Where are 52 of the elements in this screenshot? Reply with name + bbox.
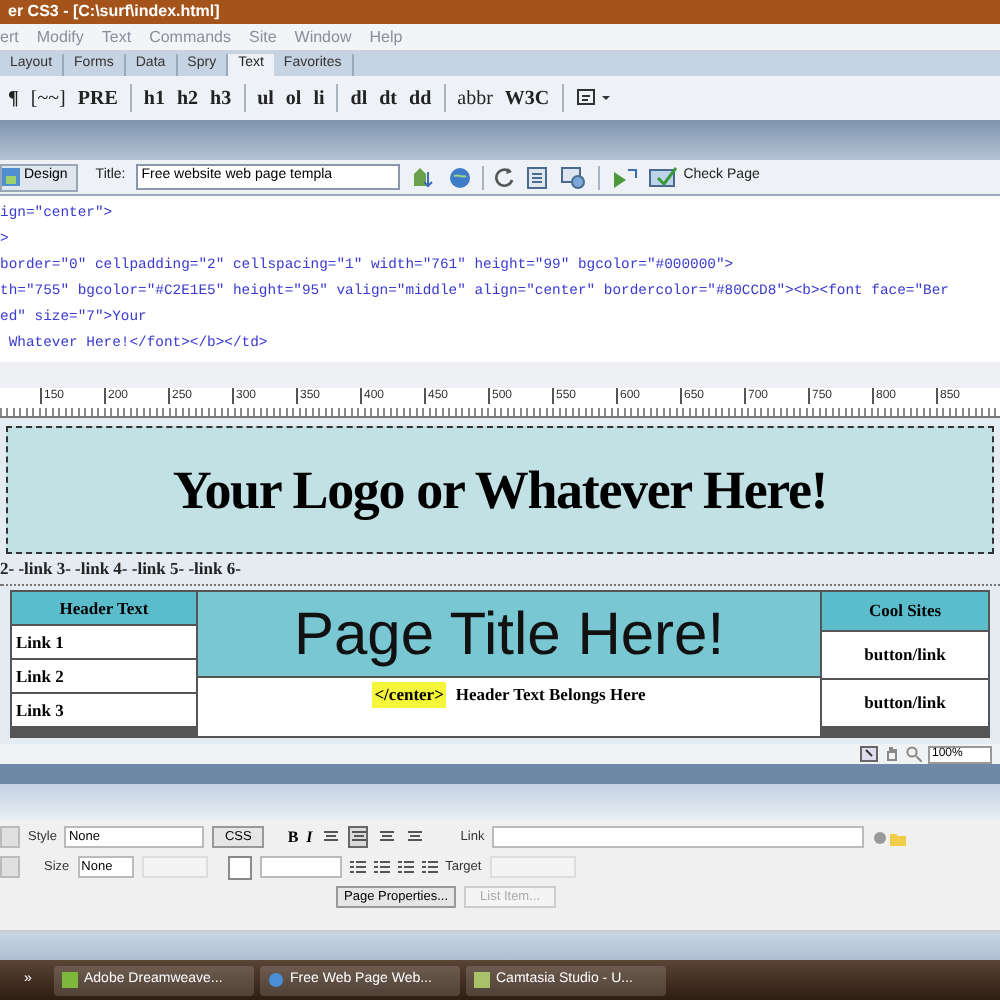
table-header: Cool Sites <box>822 592 988 630</box>
italic-button[interactable]: I <box>306 825 313 849</box>
nav-link[interactable]: Link 1 <box>12 626 196 658</box>
tag-marker: </center> <box>372 682 446 708</box>
visual-aids-icon[interactable] <box>559 165 588 189</box>
insert-block-icon[interactable] <box>575 88 612 108</box>
window-title: er CS3 - [C:\surf\index.html] <box>8 0 220 24</box>
design-view-icon <box>2 168 20 186</box>
toolbar-button[interactable]: ul <box>257 83 274 113</box>
table-header: Header Text <box>12 592 196 624</box>
globe-icon[interactable] <box>447 165 472 189</box>
link-field[interactable] <box>492 826 865 848</box>
header-text: Header Text Belongs Here <box>455 682 646 708</box>
bullet-list-icon[interactable] <box>349 860 366 874</box>
pointer-tool-icon[interactable] <box>860 746 878 762</box>
toolbar-button[interactable]: W3C <box>504 83 550 113</box>
app-icon <box>474 972 490 988</box>
sidebar-link[interactable]: button/link <box>822 632 988 678</box>
toolbar-button[interactable]: dd <box>409 83 432 113</box>
sidebar-link[interactable]: button/link <box>822 680 988 726</box>
view-options-icon[interactable] <box>525 165 550 189</box>
file-management-icon[interactable] <box>409 165 438 189</box>
toolbar-button[interactable]: abbr <box>457 83 493 113</box>
numbered-list-icon[interactable] <box>373 860 390 874</box>
page-title: Page Title Here! <box>198 592 820 676</box>
toolbar-button[interactable]: PRE <box>77 83 118 113</box>
zoom-tool-icon[interactable] <box>906 746 922 762</box>
bold-button[interactable]: B <box>287 825 299 849</box>
nav-link[interactable]: Link 2 <box>12 660 196 692</box>
toolbar-button[interactable]: ol <box>285 83 302 113</box>
color-swatch[interactable] <box>227 855 252 879</box>
toolbar-button[interactable]: [~~] <box>30 83 66 113</box>
outdent-icon[interactable] <box>397 860 414 874</box>
toolbar-button[interactable]: dt <box>379 83 398 113</box>
logo-text: Your Logo or Whatever Here! <box>172 457 828 524</box>
toolbar-button[interactable]: li <box>313 83 325 113</box>
toolbar-button[interactable]: ¶ <box>8 83 19 113</box>
validate-icon[interactable] <box>609 165 638 189</box>
app-icon <box>62 972 78 988</box>
toolbar-button[interactable]: h3 <box>210 83 232 113</box>
check-page-icon <box>647 166 680 188</box>
browser-icon <box>268 972 284 988</box>
toolbar-button[interactable]: h1 <box>143 83 165 113</box>
indent-icon[interactable] <box>421 860 438 874</box>
refresh-icon[interactable] <box>493 166 516 188</box>
align-button[interactable] <box>348 826 369 848</box>
nav-link[interactable]: Link 3 <box>12 694 196 726</box>
toolbar-button[interactable]: dl <box>350 83 368 113</box>
toolbar-button[interactable]: h2 <box>176 83 199 113</box>
nav-links: 2- -link 3- -link 4- -link 5- -link 6- <box>0 556 1000 586</box>
color-field[interactable] <box>259 856 342 878</box>
hand-tool-icon[interactable] <box>884 746 900 762</box>
